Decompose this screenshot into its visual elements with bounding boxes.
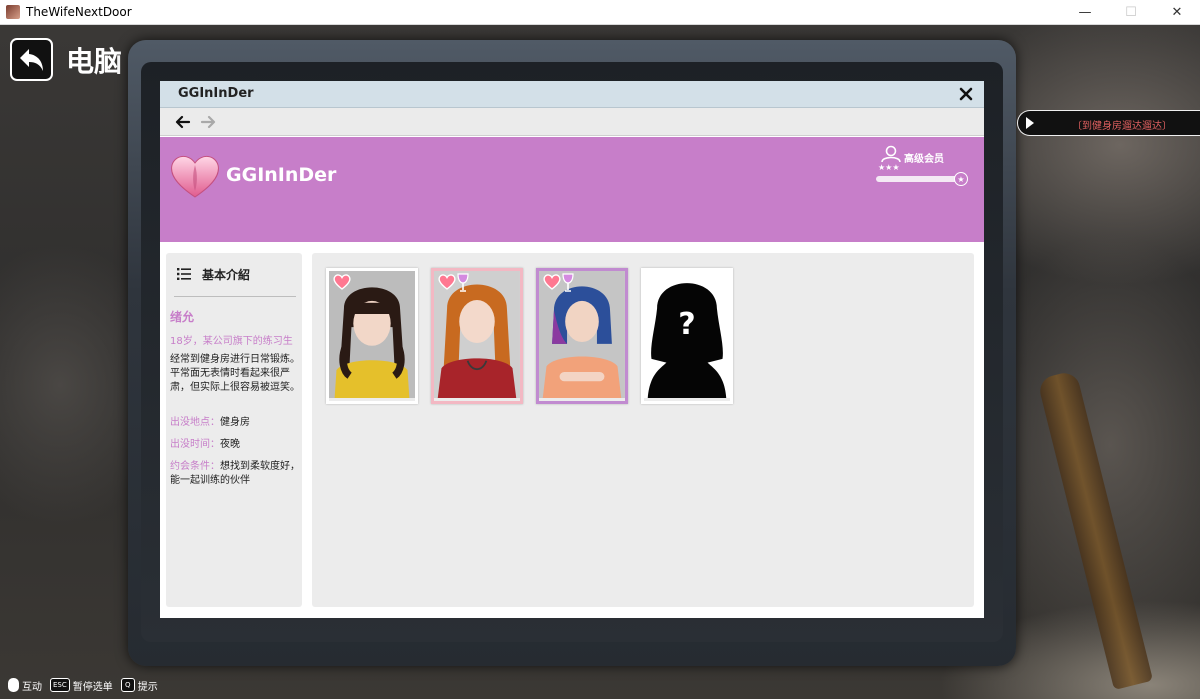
app-icon xyxy=(6,5,20,19)
hint-tip-label: 提示 xyxy=(137,681,158,693)
close-window-button[interactable]: ✕ xyxy=(1154,0,1200,25)
content-area: 基本介紹 绪允 18岁，某公司旗下的练习生 经常到健身房进行日常锻炼。平常面无表… xyxy=(160,242,984,618)
profile-time: 出没时间：夜晚 xyxy=(170,438,300,452)
character-portrait xyxy=(329,271,415,399)
profile-age: 18岁，某公司旗下的练习生 xyxy=(170,336,293,347)
heart-icon xyxy=(543,274,561,290)
sidebar-divider xyxy=(174,296,296,297)
profile-description: 经常到健身房进行日常锻炼。平常面无表情时看起来很严肃，但实际上很容易被逗笑。 xyxy=(170,354,300,393)
profile-condition: 约会条件：想找到柔软度好，能一起训练的伙伴 xyxy=(170,460,300,488)
window-titlebar: TheWifeNextDoor — ☐ ✕ xyxy=(0,0,1200,25)
heart-icon xyxy=(438,274,456,290)
heart-logo-icon xyxy=(171,156,219,198)
sidebar-header: 基本介紹 xyxy=(202,268,251,282)
character-card[interactable] xyxy=(326,268,418,404)
nav-bar xyxy=(160,108,984,136)
close-icon xyxy=(959,87,973,101)
character-portrait xyxy=(434,271,520,399)
member-progress-bar xyxy=(876,176,962,182)
hint-pause-label: 暂停选单 xyxy=(72,681,113,693)
nav-forward-icon[interactable] xyxy=(199,113,217,131)
profile-location: 出没地点：健身房 xyxy=(170,416,300,430)
locked-mark: ? xyxy=(678,307,696,342)
profile-name: 绪允 xyxy=(170,310,195,324)
profile-sidebar: 基本介紹 绪允 18岁，某公司旗下的练习生 经常到健身房进行日常锻炼。平常面无表… xyxy=(166,253,302,607)
app-close-button[interactable] xyxy=(956,84,976,104)
quest-text: 〔到健身房遛达遛达〕 xyxy=(1072,121,1172,132)
location-key: 出没地点： xyxy=(170,417,220,428)
heart-icon xyxy=(333,274,351,290)
q-key-icon: Q xyxy=(120,678,135,692)
member-profile-icon: ★★★ xyxy=(878,145,901,171)
app-title: GGInInDer xyxy=(178,86,254,101)
back-arrow-icon xyxy=(19,48,43,71)
maximize-button[interactable]: ☐ xyxy=(1108,0,1154,25)
character-portrait xyxy=(539,271,625,399)
character-card[interactable] xyxy=(536,268,628,404)
character-grid: ? xyxy=(312,253,974,607)
quest-objective[interactable]: 〔到健身房遛达遛达〕 xyxy=(1017,110,1200,136)
star-icon: ★ xyxy=(954,172,968,186)
condition-key: 约会条件： xyxy=(170,461,220,472)
window-controls: — ☐ ✕ xyxy=(1062,0,1200,25)
hint-interact-label: 互动 xyxy=(22,681,42,693)
wine-glass-icon xyxy=(457,273,469,292)
time-key: 出没时间： xyxy=(170,439,220,450)
time-value: 夜晚 xyxy=(220,439,240,450)
locked-character-card[interactable]: ? xyxy=(641,268,733,404)
esc-key-icon: ESC xyxy=(50,678,70,692)
play-icon xyxy=(1026,117,1034,129)
back-button[interactable] xyxy=(10,38,53,81)
control-hints: 互动 ESC 暂停选单 Q 提示 xyxy=(8,676,166,694)
brand-name: GGInInDer xyxy=(226,164,337,186)
list-icon xyxy=(177,268,191,280)
minimize-button[interactable]: — xyxy=(1062,0,1108,25)
app-titlebar: GGInInDer xyxy=(160,81,984,108)
wine-glass-icon xyxy=(562,273,574,292)
character-card[interactable] xyxy=(431,268,523,404)
page-title: 电脑 xyxy=(66,45,123,78)
app-header: GGInInDer ★★★ 高级会员 ★ 名单 xyxy=(160,137,984,299)
window-title: TheWifeNextDoor xyxy=(26,5,132,19)
svg-text:★★★: ★★★ xyxy=(878,163,900,171)
member-level-label: 高级会员 xyxy=(904,154,944,165)
mouse-icon xyxy=(8,678,19,692)
nav-back-icon[interactable] xyxy=(174,113,192,131)
app-window: GGInInDer GGInInDer ★★★ 高级会员 ★ 基本介紹 绪允 1… xyxy=(160,81,984,618)
location-value: 健身房 xyxy=(220,417,250,428)
